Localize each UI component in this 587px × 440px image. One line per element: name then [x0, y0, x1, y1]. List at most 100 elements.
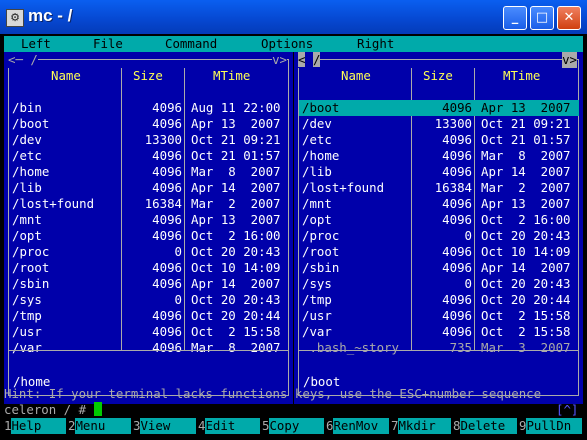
file-name: /usr	[302, 308, 332, 323]
file-mtime: Apr 14 2007	[191, 276, 281, 291]
file-mtime: Mar 2 2007	[481, 180, 571, 195]
fkey-help[interactable]: 1Help	[4, 418, 67, 434]
menu-command[interactable]: Command	[165, 36, 217, 52]
file-row[interactable]: /home 4096 Mar 8 2007	[299, 148, 579, 164]
file-row[interactable]: /usr 4096 Oct 2 15:58	[9, 324, 289, 340]
menu-options[interactable]: Options	[261, 36, 313, 52]
scroll-indicator[interactable]: [^]	[556, 402, 578, 418]
column-header-mtime[interactable]: MTime	[503, 68, 540, 84]
file-mtime: Mar 8 2007	[191, 340, 281, 355]
terminal-area[interactable]: Left File Command Options Right <─ / v> …	[4, 34, 583, 440]
file-row[interactable]: /sys 0 Oct 20 20:43	[299, 276, 579, 292]
file-row[interactable]: /sbin 4096 Apr 14 2007	[299, 260, 579, 276]
file-mtime: Oct 21 09:21	[481, 116, 571, 131]
fkey-pulldn[interactable]: 9PullDn	[519, 418, 583, 434]
file-row[interactable]: /root 4096 Oct 10 14:09	[9, 260, 289, 276]
file-row[interactable]: /sbin 4096 Apr 14 2007	[9, 276, 289, 292]
file-row[interactable]: /sys 0 Oct 20 20:43	[9, 292, 289, 308]
command-prompt[interactable]: celeron / #	[4, 402, 102, 418]
panel-path-tab[interactable]: < /	[298, 52, 321, 68]
file-name: /var	[12, 340, 42, 355]
file-row[interactable]: /lost+found 16384 Mar 2 2007	[9, 196, 289, 212]
close-button[interactable]: ✕	[557, 6, 581, 30]
fkey-label: Copy	[269, 418, 325, 434]
panel-nav-tab[interactable]: v>	[562, 52, 577, 68]
panel-path-tab[interactable]: <─ /	[8, 52, 38, 68]
file-row[interactable]: /lost+found 16384 Mar 2 2007	[299, 180, 579, 196]
file-name: /sbin	[12, 276, 50, 291]
file-row[interactable]: /proc 0 Oct 20 20:43	[9, 244, 289, 260]
fkey-number: 3	[133, 418, 141, 433]
file-row[interactable]: .bash_~story 735 Mar 3 2007	[299, 340, 579, 356]
menu-right[interactable]: Right	[357, 36, 394, 52]
file-row[interactable]: /lib 4096 Apr 14 2007	[9, 180, 289, 196]
file-row[interactable]: /dev 13300 Oct 21 09:21	[9, 132, 289, 148]
file-row[interactable]: /lib 4096 Apr 14 2007	[299, 164, 579, 180]
column-header-size[interactable]: Size	[133, 68, 163, 84]
file-size: 4096	[152, 148, 182, 163]
file-row[interactable]: /etc 4096 Oct 21 01:57	[9, 148, 289, 164]
file-row[interactable]: /var 4096 Mar 8 2007	[9, 340, 289, 356]
fkey-label: Mkdir	[398, 418, 452, 434]
column-header-name[interactable]: Name	[341, 68, 371, 84]
menu-file[interactable]: File	[93, 36, 123, 52]
maximize-button[interactable]: □	[530, 6, 554, 30]
column-header-mtime[interactable]: MTime	[213, 68, 250, 84]
file-name: /etc	[302, 132, 332, 147]
panel-path-tab-path: /	[312, 52, 321, 67]
menu-left[interactable]: Left	[21, 36, 51, 52]
function-key-bar: 1Help 2Menu 3View 4Edit 5Copy 6RenMov 7Mkdir 8D…	[4, 418, 583, 434]
file-size: 4096	[152, 116, 182, 131]
column-header-name[interactable]: Name	[51, 68, 81, 84]
file-row[interactable]: /etc 4096 Oct 21 01:57	[299, 132, 579, 148]
file-size: 4096	[152, 100, 182, 115]
file-mtime: Oct 21 09:21	[191, 132, 281, 147]
file-size: 4096	[442, 196, 472, 211]
fkey-renmov[interactable]: 6RenMov	[326, 418, 390, 434]
file-row[interactable]: /mnt 4096 Apr 13 2007	[9, 212, 289, 228]
column-header-size[interactable]: Size	[423, 68, 453, 84]
fkey-view[interactable]: 3View	[133, 418, 197, 434]
file-row[interactable]: /home 4096 Mar 8 2007	[9, 164, 289, 180]
file-size: 0	[464, 228, 472, 243]
right-panel[interactable]: < / v> Name Size MTime /boot 4096 Apr 13 2…	[294, 52, 583, 404]
file-size: 4096	[152, 164, 182, 179]
file-mtime: Oct 20 20:43	[481, 228, 571, 243]
file-row[interactable]: /opt 4096 Oct 2 16:00	[299, 212, 579, 228]
file-row[interactable]: /bin 4096 Aug 11 22:00	[9, 100, 289, 116]
file-mtime: Oct 20 20:43	[191, 292, 281, 307]
file-name: /opt	[12, 228, 42, 243]
file-name: /dev	[12, 132, 42, 147]
file-row[interactable]: /usr 4096 Oct 2 15:58	[299, 308, 579, 324]
file-size: 4096	[442, 260, 472, 275]
title-bar[interactable]: ⚙ mc - / _ □ ✕	[0, 0, 587, 34]
file-size: 4096	[152, 180, 182, 195]
file-mtime: Apr 13 2007	[191, 116, 281, 131]
hint-line: Hint: If your terminal lacks functions k…	[4, 386, 542, 401]
file-row[interactable]: /proc 0 Oct 20 20:43	[299, 228, 579, 244]
file-row[interactable]: /boot 4096 Apr 13 2007	[299, 100, 579, 116]
file-row[interactable]: /tmp 4096 Oct 20 20:44	[9, 308, 289, 324]
file-row[interactable]: /var 4096 Oct 2 15:58	[299, 324, 579, 340]
fkey-edit[interactable]: 4Edit	[198, 418, 261, 434]
file-size: 4096	[152, 340, 182, 355]
menu-bar: Left File Command Options Right	[4, 36, 583, 52]
window-title: mc - /	[28, 6, 73, 25]
file-row[interactable]: /dev 13300 Oct 21 09:21	[299, 116, 579, 132]
fkey-mkdir[interactable]: 7Mkdir	[391, 418, 452, 434]
file-row[interactable]: /tmp 4096 Oct 20 20:44	[299, 292, 579, 308]
panel-path-tab-prefix: <	[298, 52, 306, 67]
text-cursor	[93, 402, 102, 416]
fkey-copy[interactable]: 5Copy	[262, 418, 325, 434]
fkey-menu[interactable]: 2Menu	[68, 418, 132, 434]
file-row[interactable]: /opt 4096 Oct 2 16:00	[9, 228, 289, 244]
file-row[interactable]: /boot 4096 Apr 13 2007	[9, 116, 289, 132]
file-row[interactable]: /mnt 4096 Apr 13 2007	[299, 196, 579, 212]
file-row[interactable]: /root 4096 Oct 10 14:09	[299, 244, 579, 260]
fkey-delete[interactable]: 8Delete	[453, 418, 518, 434]
file-mtime: Oct 20 20:43	[481, 276, 571, 291]
panel-nav-tab[interactable]: v>	[272, 52, 287, 68]
file-size: 4096	[152, 308, 182, 323]
left-panel[interactable]: <─ / v> Name Size MTime /bin 4096 Aug 11 2…	[4, 52, 293, 404]
minimize-button[interactable]: _	[503, 6, 527, 30]
